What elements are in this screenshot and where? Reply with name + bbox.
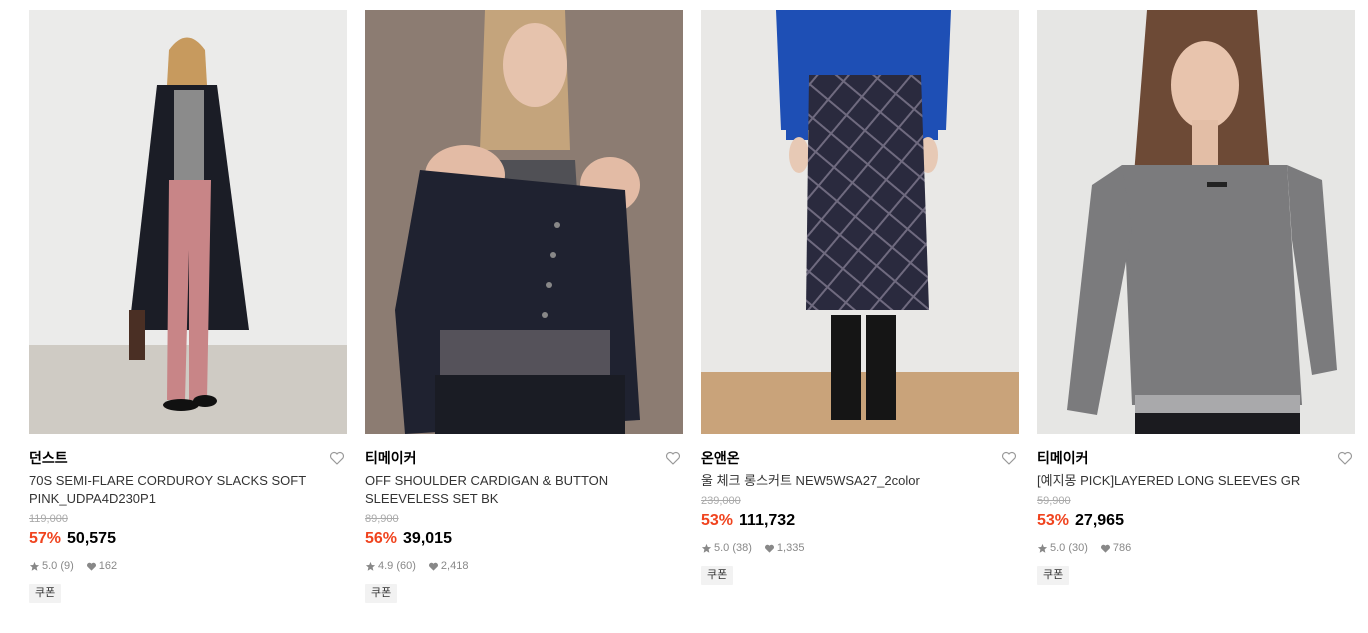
product-image[interactable]	[701, 10, 1019, 434]
heart-outline-icon[interactable]	[329, 450, 345, 466]
review-meta: 5.0 (9) 162	[29, 558, 347, 574]
original-price: 59,900	[1037, 495, 1071, 507]
heart-outline-icon[interactable]	[665, 450, 681, 466]
brand-name[interactable]: 던스트	[29, 448, 347, 468]
rating-text: 5.0 (38)	[714, 542, 752, 554]
discount-rate: 53%	[1037, 512, 1070, 529]
coupon-badge: 쿠폰	[29, 584, 62, 603]
product-image[interactable]	[1037, 10, 1355, 434]
product-photo-cardigan-set	[365, 10, 683, 434]
product-photo-plaid-skirt	[701, 10, 1019, 434]
heart-filled-icon	[1100, 543, 1111, 554]
product-grid: 던스트 70S SEMI-FLARE CORDUROY SLACKS SOFT …	[0, 0, 1368, 633]
product-card[interactable]: 티메이커 [예지몽 PICK]LAYERED LONG SLEEVES GR 5…	[1037, 10, 1355, 585]
sale-price: 27,965	[1075, 512, 1124, 529]
star-icon	[365, 561, 376, 572]
sale-price: 50,575	[67, 530, 116, 547]
product-card[interactable]: 온앤온 울 체크 롱스커트 NEW5WSA27_2color 239,000 5…	[701, 10, 1019, 585]
heart-filled-icon	[764, 543, 775, 554]
heart-outline-icon[interactable]	[1001, 450, 1017, 466]
star-icon	[1037, 543, 1048, 554]
likes-count: 162	[98, 560, 118, 572]
brand-row: 티메이커	[1037, 448, 1355, 470]
original-price: 119,000	[29, 513, 68, 525]
product-title[interactable]: OFF SHOULDER CARDIGAN & BUTTON SLEEVELES…	[365, 472, 665, 508]
brand-name[interactable]: 티메이커	[1037, 448, 1355, 468]
brand-name[interactable]: 온앤온	[701, 448, 1019, 468]
product-title[interactable]: 70S SEMI-FLARE CORDUROY SLACKS SOFT PINK…	[29, 472, 329, 508]
rating-text: 5.0 (30)	[1050, 542, 1088, 554]
price-row: 53% 27,965	[1037, 510, 1355, 532]
likes-count: 2,418	[440, 560, 469, 572]
review-meta: 5.0 (30) 786	[1037, 540, 1355, 556]
brand-row: 던스트	[29, 448, 347, 470]
coupon-badge: 쿠폰	[1037, 566, 1070, 585]
product-title[interactable]: [예지몽 PICK]LAYERED LONG SLEEVES GR	[1037, 472, 1337, 490]
likes-count: 1,335	[776, 542, 805, 554]
review-meta: 4.9 (60) 2,418	[365, 558, 683, 574]
coupon-badge: 쿠폰	[701, 566, 734, 585]
product-image[interactable]	[365, 10, 683, 434]
product-card[interactable]: 던스트 70S SEMI-FLARE CORDUROY SLACKS SOFT …	[29, 10, 347, 603]
brand-row: 온앤온	[701, 448, 1019, 470]
price-row: 56% 39,015	[365, 528, 683, 550]
product-photo-layered-tee	[1037, 10, 1355, 434]
product-card[interactable]: 티메이커 OFF SHOULDER CARDIGAN & BUTTON SLEE…	[365, 10, 683, 603]
rating-text: 5.0 (9)	[42, 560, 74, 572]
review-meta: 5.0 (38) 1,335	[701, 540, 1019, 556]
coupon-badge: 쿠폰	[365, 584, 398, 603]
brand-row: 티메이커	[365, 448, 683, 470]
rating-text: 4.9 (60)	[378, 560, 416, 572]
product-photo-coat-slacks	[29, 10, 347, 434]
discount-rate: 53%	[701, 512, 734, 529]
price-row: 57% 50,575	[29, 528, 347, 550]
heart-filled-icon	[428, 561, 439, 572]
likes-count: 786	[1112, 542, 1132, 554]
product-title[interactable]: 울 체크 롱스커트 NEW5WSA27_2color	[701, 472, 1001, 490]
sale-price: 39,015	[403, 530, 452, 547]
brand-name[interactable]: 티메이커	[365, 448, 683, 468]
discount-rate: 57%	[29, 530, 62, 547]
star-icon	[29, 561, 40, 572]
discount-rate: 56%	[365, 530, 398, 547]
star-icon	[701, 543, 712, 554]
original-price: 239,000	[701, 495, 741, 507]
heart-outline-icon[interactable]	[1337, 450, 1353, 466]
sale-price: 111,732	[739, 512, 796, 529]
product-image[interactable]	[29, 10, 347, 434]
original-price: 89,900	[365, 513, 399, 525]
heart-filled-icon	[86, 561, 97, 572]
price-row: 53% 111,732	[701, 510, 1019, 532]
